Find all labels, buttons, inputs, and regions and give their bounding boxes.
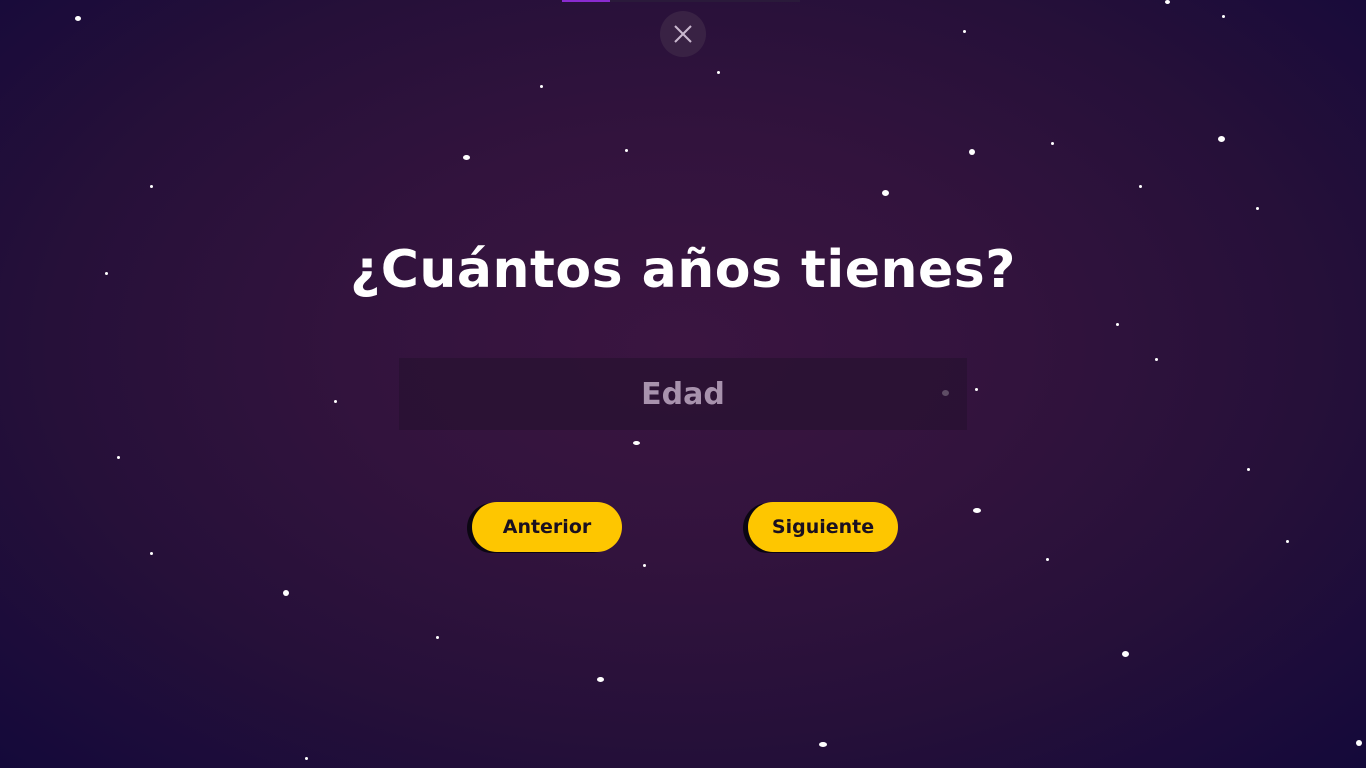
star [436,636,439,639]
star [643,564,646,567]
star [1046,558,1049,561]
star [969,149,975,155]
star [625,149,628,152]
progress-bar [562,0,800,2]
star [305,757,308,760]
star [1256,207,1259,210]
star [1247,468,1250,471]
star [1222,15,1225,18]
close-button[interactable] [660,11,706,57]
star [1139,185,1142,188]
star [1155,358,1158,361]
star [1116,323,1119,326]
star [975,388,978,391]
star [882,190,889,196]
progress-fill [562,0,610,2]
previous-button[interactable]: Anterior [472,502,622,552]
star [1286,540,1289,543]
star [150,552,153,555]
star [540,85,543,88]
star [463,155,470,160]
star [717,71,720,74]
star [973,508,981,513]
star [283,590,289,596]
star [597,677,604,682]
star [963,30,966,33]
star [334,400,337,403]
age-input[interactable] [399,358,967,430]
star [1165,0,1170,4]
star [150,185,153,188]
star [1051,142,1054,145]
question-title: ¿Cuántos años tienes? [350,240,1016,300]
star [117,456,120,459]
star [1122,651,1129,657]
star [819,742,827,747]
next-button[interactable]: Siguiente [748,502,898,552]
star [1356,740,1362,746]
star [633,441,640,445]
close-icon [674,25,692,43]
star [75,16,81,21]
star [1218,136,1225,142]
